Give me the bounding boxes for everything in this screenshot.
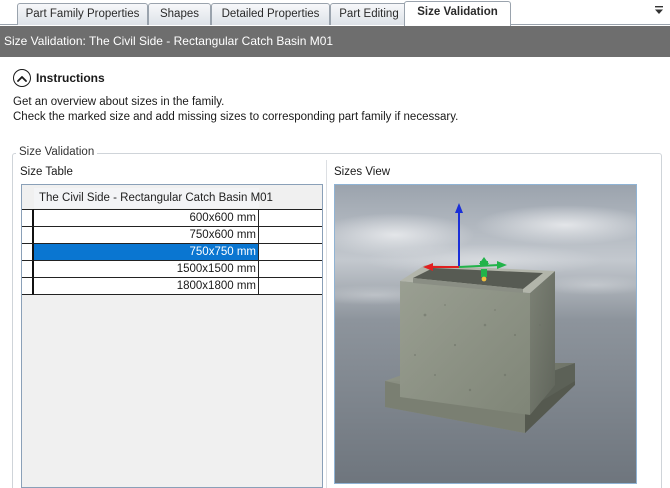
- row-selector[interactable]: [22, 277, 34, 295]
- row-filler: [259, 260, 322, 278]
- tab-strip: Part Family Properties Shapes Detailed P…: [0, 0, 670, 26]
- sizes-view-label: Sizes View: [334, 166, 391, 178]
- sizes-view-viewport[interactable]: [334, 184, 637, 484]
- chevron-down-menu-icon[interactable]: [652, 3, 666, 19]
- table-row[interactable]: 750x600 mm: [22, 226, 322, 244]
- tab-part-family-properties[interactable]: Part Family Properties: [17, 3, 148, 25]
- instructions-text-line-2: Check the marked size and add missing si…: [13, 111, 459, 123]
- tab-detailed-properties[interactable]: Detailed Properties: [211, 3, 330, 25]
- catch-basin-3d-preview: [335, 185, 636, 483]
- tab-size-validation[interactable]: Size Validation: [404, 1, 511, 26]
- table-row[interactable]: 600x600 mm: [22, 209, 322, 227]
- table-row-selected[interactable]: 750x750 mm: [22, 243, 322, 261]
- instructions-title: Instructions: [36, 71, 105, 85]
- size-cell[interactable]: 750x600 mm: [34, 226, 259, 244]
- row-selector[interactable]: [22, 243, 34, 261]
- tab-part-editing[interactable]: Part Editing: [330, 3, 408, 25]
- page-title: Size Validation: The Civil Side - Rectan…: [0, 26, 670, 57]
- row-filler: [259, 277, 322, 295]
- row-filler: [259, 226, 322, 244]
- panel-splitter[interactable]: [326, 160, 327, 488]
- size-validation-group-label: Size Validation: [16, 146, 98, 158]
- table-row[interactable]: 1800x1800 mm: [22, 277, 322, 295]
- size-table-label: Size Table: [20, 166, 73, 178]
- row-filler: [259, 209, 322, 227]
- table-row[interactable]: 1500x1500 mm: [22, 260, 322, 278]
- chevron-up-icon[interactable]: [13, 69, 31, 87]
- row-selector[interactable]: [22, 260, 34, 278]
- size-table-column-header[interactable]: The Civil Side - Rectangular Catch Basin…: [34, 188, 273, 208]
- size-table: The Civil Side - Rectangular Catch Basin…: [21, 184, 323, 488]
- tab-shapes[interactable]: Shapes: [148, 3, 211, 25]
- row-selector[interactable]: [22, 209, 34, 227]
- row-selector[interactable]: [22, 226, 34, 244]
- size-cell[interactable]: 1800x1800 mm: [34, 277, 259, 295]
- size-cell[interactable]: 1500x1500 mm: [34, 260, 259, 278]
- row-filler: [259, 243, 322, 261]
- instructions-text-line-1: Get an overview about sizes in the famil…: [13, 96, 225, 108]
- size-cell[interactable]: 600x600 mm: [34, 209, 259, 227]
- size-cell-selected[interactable]: 750x750 mm: [34, 243, 259, 261]
